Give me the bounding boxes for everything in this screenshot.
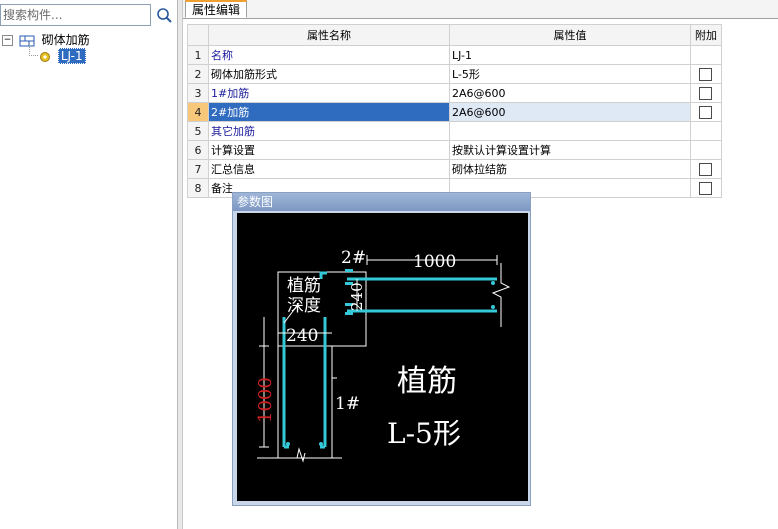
component-tree-panel: 搜索构件... − 砌体加筋 LJ-1 [0, 0, 177, 529]
property-value[interactable]: 2A6@600 [449, 102, 691, 122]
table-row[interactable]: 2 砌体加筋形式 L-5形 [187, 64, 722, 84]
dim-240-vert: 240 [348, 282, 366, 311]
break-line-right [491, 263, 511, 327]
extra-cell [690, 178, 722, 198]
wall-rebar-icon [19, 35, 35, 46]
property-name: 砌体加筋形式 [208, 64, 450, 84]
extra-cell [690, 45, 722, 65]
property-name: 名称 [208, 45, 450, 65]
row-index: 3 [187, 83, 209, 103]
property-value[interactable] [449, 121, 691, 141]
property-name: 2#加筋 [208, 102, 450, 122]
rebar-diagram-svg: 2# 1000 240 植筋 深度 240 1000 1# 植筋 L-5形 [255, 248, 511, 463]
property-name: 计算设置 [208, 140, 450, 160]
grid-header-name[interactable]: 属性名称 [208, 24, 450, 46]
extra-checkbox[interactable] [699, 162, 712, 176]
property-grid: 属性名称 属性值 附加 1 名称 LJ-1 2 砌体加筋形式 L-5形 3 1#… [187, 24, 722, 198]
component-gear-icon [40, 51, 50, 62]
table-row[interactable]: 6 计算设置 按默认计算设置计算 [187, 140, 722, 160]
extra-checkbox[interactable] [699, 67, 712, 81]
table-row[interactable]: 1 名称 LJ-1 [187, 45, 722, 65]
break-line-bottom [296, 447, 306, 463]
anchor-label-line1: 植筋 [287, 276, 321, 296]
property-name: 汇总信息 [208, 159, 450, 179]
expand-toggle-icon[interactable]: − [2, 35, 13, 46]
row-index: 4 [187, 102, 209, 122]
rebar-2-ticks [345, 269, 495, 315]
extra-cell [690, 102, 722, 122]
tree-node-lj1[interactable]: LJ-1 [38, 48, 86, 64]
property-value[interactable]: LJ-1 [449, 45, 691, 65]
label-1: 1# [335, 394, 360, 414]
search-button[interactable] [153, 4, 175, 26]
row-index: 7 [187, 159, 209, 179]
dim-1000-left: 1000 [255, 377, 276, 423]
tree-node-root[interactable]: − 砌体加筋 [2, 32, 90, 48]
extra-cell [690, 121, 722, 141]
extra-cell [690, 64, 722, 84]
property-value[interactable]: L-5形 [449, 64, 691, 84]
table-row[interactable]: 3 1#加筋 2A6@600 [187, 83, 722, 103]
search-input[interactable]: 搜索构件... [0, 4, 151, 26]
property-value[interactable]: 砌体拉结筋 [449, 159, 691, 179]
popup-title[interactable]: 参数图 [233, 193, 530, 211]
property-value[interactable]: 2A6@600 [449, 83, 691, 103]
table-row[interactable]: 5 其它加筋 [187, 121, 722, 141]
grid-header-value[interactable]: 属性值 [449, 24, 691, 46]
anchor-label-line2: 深度 [287, 296, 321, 316]
big-label-line2: L-5形 [387, 417, 461, 450]
tab-strip: 属性编辑 [183, 0, 778, 19]
tree-child-label: LJ-1 [57, 48, 86, 64]
extra-cell [690, 159, 722, 179]
search-icon [157, 8, 172, 23]
extra-checkbox[interactable] [699, 105, 712, 119]
grid-header-index [187, 24, 209, 46]
extra-cell [690, 140, 722, 160]
extra-cell [690, 83, 722, 103]
row-index: 2 [187, 64, 209, 84]
row-index: 1 [187, 45, 209, 65]
property-name: 1#加筋 [208, 83, 450, 103]
grid-header-row: 属性名称 属性值 附加 [187, 24, 722, 46]
extra-checkbox[interactable] [699, 86, 712, 100]
parameter-diagram: 2# 1000 240 植筋 深度 240 1000 1# 植筋 L-5形 [237, 213, 528, 501]
dim-1000-top: 1000 [413, 252, 456, 272]
property-value[interactable]: 按默认计算设置计算 [449, 140, 691, 160]
tree-connector [29, 55, 38, 57]
property-name: 其它加筋 [208, 121, 450, 141]
row-index: 8 [187, 178, 209, 198]
tree-root-label: 砌体加筋 [41, 33, 90, 47]
parameter-diagram-window: 参数图 2# 1000 240 植筋 深度 240 1000 1# 植筋 L-5… [232, 192, 531, 506]
table-row[interactable]: 7 汇总信息 砌体拉结筋 [187, 159, 722, 179]
big-label-line1: 植筋 [397, 364, 457, 399]
table-row-selected[interactable]: 4 2#加筋 2A6@600 [187, 102, 722, 122]
extra-checkbox[interactable] [699, 181, 712, 195]
dim-240-horiz: 240 [286, 326, 318, 346]
tab-property-edit[interactable]: 属性编辑 [185, 0, 248, 18]
row-index: 6 [187, 140, 209, 160]
grid-header-extra[interactable]: 附加 [690, 24, 722, 46]
rebar-1-dots [286, 442, 323, 446]
label-2: 2# [341, 248, 366, 268]
row-index: 5 [187, 121, 209, 141]
